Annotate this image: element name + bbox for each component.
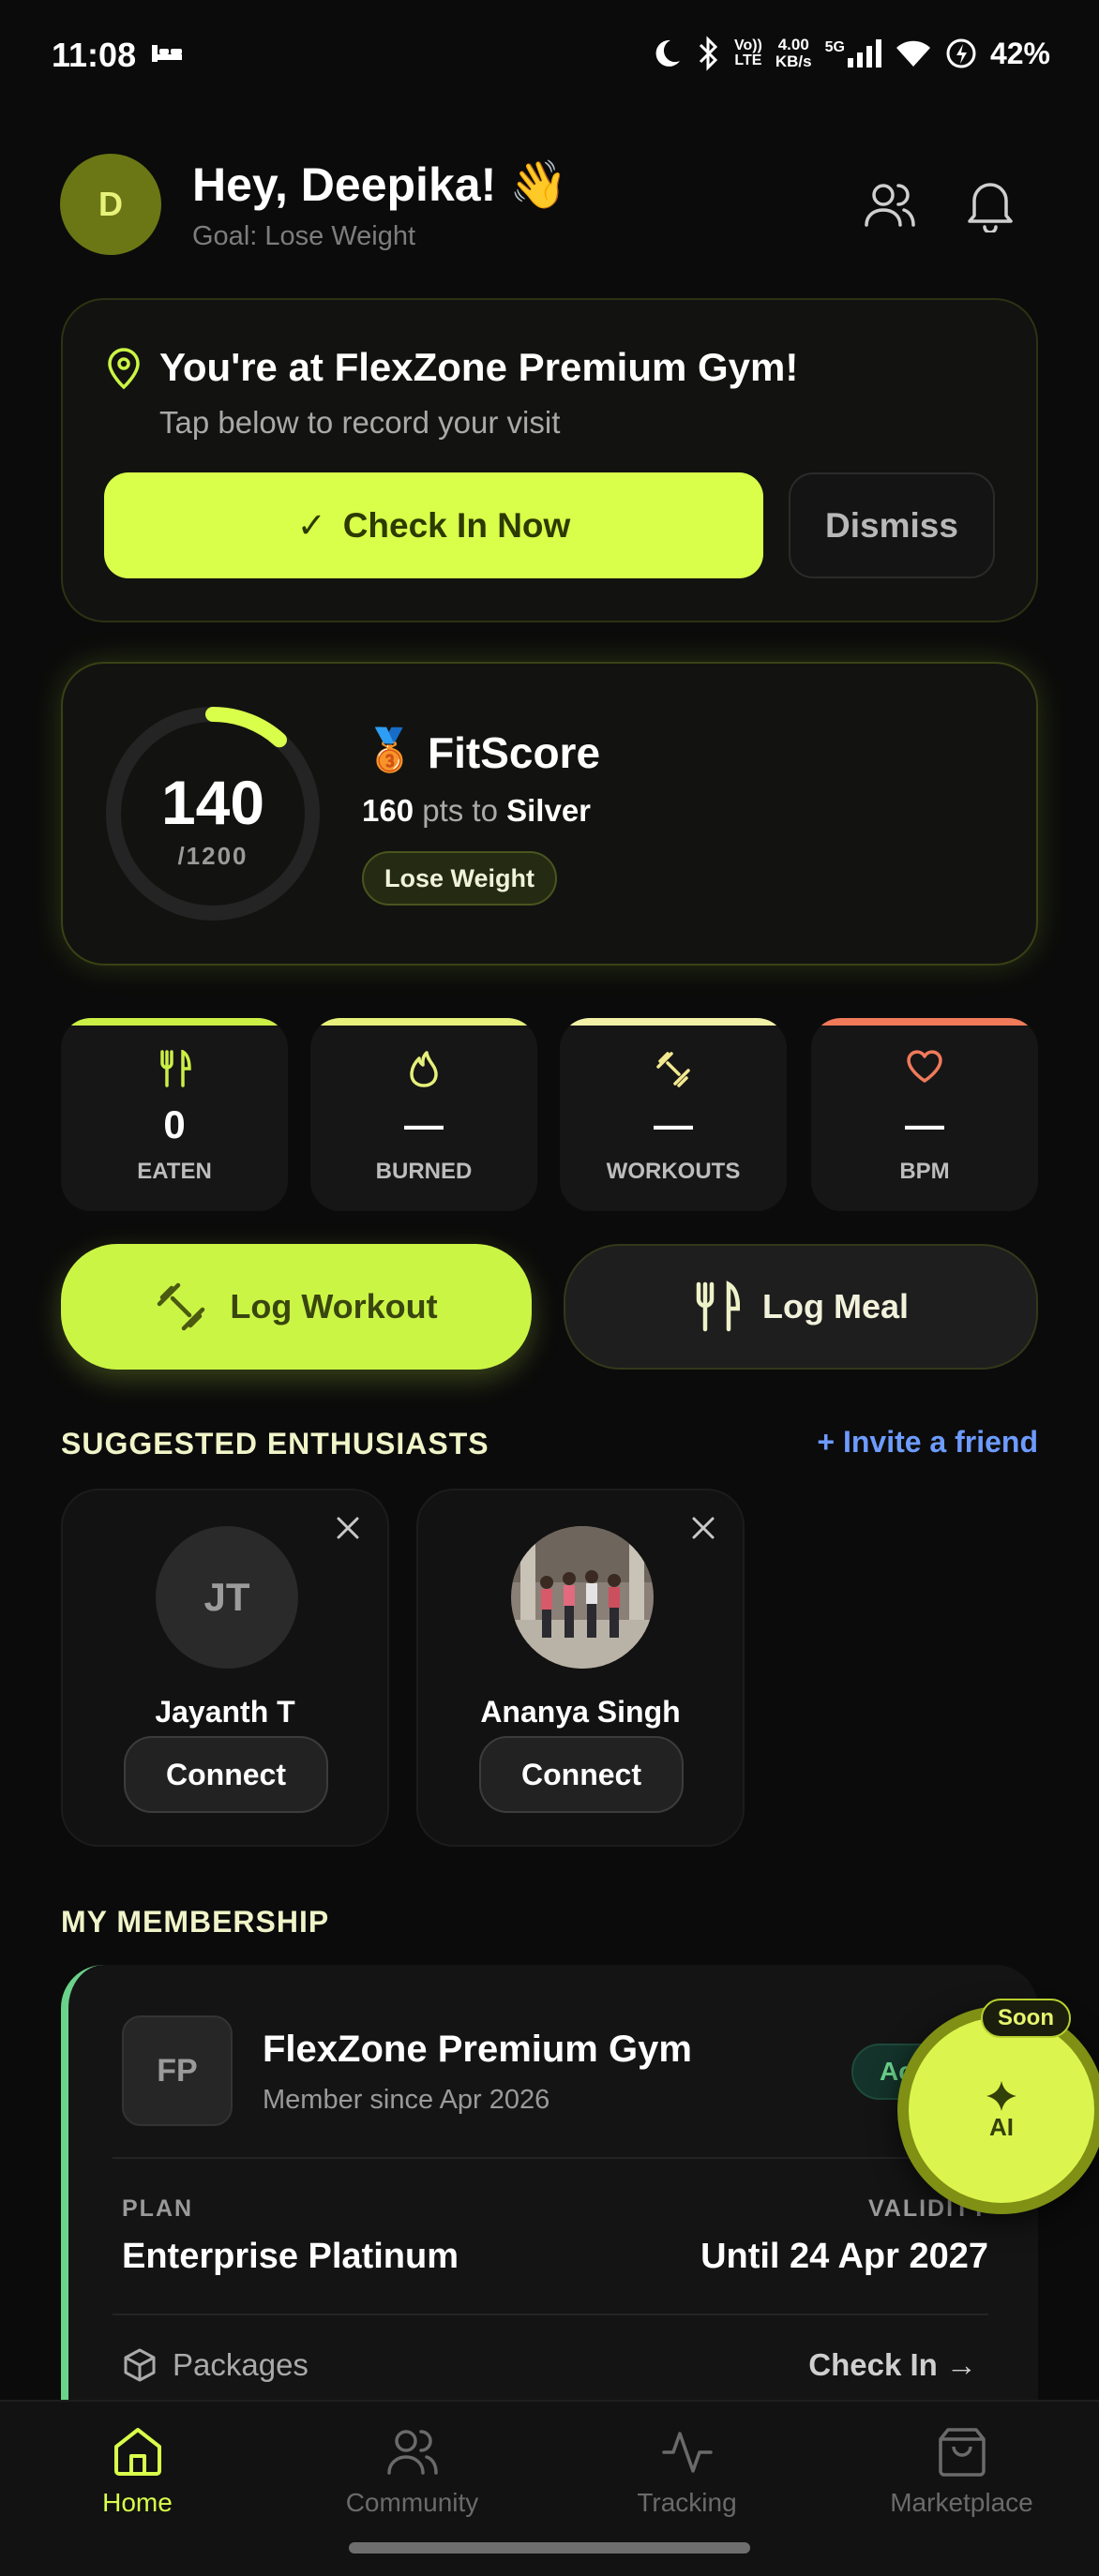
- home-indicator[interactable]: [349, 2542, 750, 2554]
- log-workout-button[interactable]: Log Workout: [61, 1244, 532, 1370]
- nav-label: Home: [102, 2488, 173, 2517]
- stat-value: 0: [163, 1102, 186, 1146]
- fitscore-value: 140: [160, 768, 265, 837]
- validity-value: Until 24 Apr 2027: [700, 2237, 988, 2276]
- heart-icon: [811, 1050, 1038, 1084]
- stat-value: —: [905, 1102, 944, 1146]
- soon-badge: Soon: [981, 1999, 1071, 2038]
- network-type: 5G: [825, 39, 881, 67]
- nav-tracking[interactable]: Tracking: [550, 2424, 824, 2518]
- stat-tile-bpm[interactable]: — BPM: [811, 1018, 1038, 1211]
- community-icon: [386, 2430, 438, 2475]
- bell-icon[interactable]: [960, 174, 1020, 234]
- net-speed: 4.00 KB/s: [775, 36, 812, 70]
- stat-label: EATEN: [137, 1159, 212, 1184]
- packages-label: Packages: [173, 2347, 309, 2382]
- fitscore-max: /1200: [177, 842, 248, 870]
- flame-icon: [310, 1050, 537, 1087]
- member-since: Member since Apr 2026: [263, 2085, 550, 2115]
- battery-percent: 42%: [989, 36, 1050, 70]
- nav-community[interactable]: Community: [275, 2424, 550, 2518]
- person-avatar: JT: [156, 1526, 298, 1669]
- log-meal-button[interactable]: Log Meal: [564, 1244, 1038, 1370]
- checkin-title: You're at FlexZone Premium Gym!: [159, 345, 799, 389]
- check-in-label: Check In Now: [342, 505, 571, 545]
- nav-label: Community: [345, 2488, 479, 2517]
- person-name: Jayanth T: [155, 1695, 295, 1729]
- nav-label: Tracking: [637, 2488, 737, 2517]
- nav-label: Marketplace: [890, 2488, 1033, 2517]
- stat-tile-workouts[interactable]: — WORKOUTS: [560, 1018, 787, 1211]
- dismiss-button[interactable]: Dismiss: [789, 472, 995, 578]
- membership-title: MY MEMBERSHIP: [61, 1905, 330, 1939]
- bluetooth-icon: [699, 36, 718, 71]
- location-pin-icon: [105, 347, 143, 395]
- check-in-button[interactable]: ✓ Check In Now: [104, 472, 763, 578]
- avatar[interactable]: D: [60, 154, 161, 255]
- stat-tile-burned[interactable]: — BURNED: [310, 1018, 537, 1211]
- packages-link[interactable]: Packages: [122, 2347, 309, 2383]
- dumbbell-icon: [158, 1282, 205, 1331]
- moon-icon: [655, 39, 680, 67]
- fork-knife-icon: [696, 1281, 740, 1332]
- sleep-icon: [150, 41, 184, 70]
- divider: [113, 2157, 988, 2159]
- fitscore-title: FitScore: [428, 728, 601, 777]
- stat-label: WORKOUTS: [606, 1159, 741, 1184]
- checkin-subtitle: Tap below to record your visit: [159, 405, 561, 440]
- plan-label: PLAN: [122, 2195, 194, 2222]
- suggested-title: SUGGESTED ENTHUSIASTS: [61, 1427, 489, 1460]
- person-name: Ananya Singh: [480, 1695, 681, 1729]
- close-icon[interactable]: [685, 1509, 722, 1547]
- package-icon: [124, 2348, 156, 2382]
- person-photo: [511, 1526, 654, 1669]
- stat-tile-eaten[interactable]: 0 EATEN: [61, 1018, 288, 1211]
- person-card[interactable]: JT Jayanth T Connect: [61, 1489, 389, 1847]
- connect-button[interactable]: Connect: [479, 1736, 684, 1813]
- sparkle-icon: [986, 2080, 1016, 2111]
- home-icon: [113, 2428, 161, 2476]
- connect-button[interactable]: Connect: [124, 1736, 328, 1813]
- battery-charging-icon: [946, 38, 976, 68]
- divider: [113, 2314, 988, 2315]
- stat-value: —: [404, 1102, 444, 1146]
- status-time: 11:08: [52, 36, 137, 74]
- membership-check-in-link[interactable]: Check In →: [808, 2347, 977, 2383]
- ai-label: AI: [989, 2112, 1014, 2141]
- wifi-icon: [896, 40, 930, 67]
- nav-marketplace[interactable]: Marketplace: [824, 2424, 1099, 2518]
- status-icons: Vo)) LTE 4.00 KB/s 5G 42%: [650, 36, 1050, 71]
- activity-icon: [661, 2432, 713, 2473]
- goal-badge: Lose Weight: [362, 851, 558, 906]
- friends-icon[interactable]: [859, 174, 919, 234]
- fitscore-points-to-next: 160 pts to Silver: [362, 793, 592, 828]
- nav-home[interactable]: Home: [0, 2424, 275, 2518]
- close-icon[interactable]: [329, 1509, 367, 1547]
- fork-knife-icon: [61, 1050, 288, 1087]
- invite-friend-link[interactable]: + Invite a friend: [817, 1425, 1038, 1460]
- signal-icon: [847, 39, 881, 67]
- log-meal-label: Log Meal: [761, 1287, 909, 1325]
- person-card[interactable]: Ananya Singh Connect: [416, 1489, 745, 1847]
- plan-value: Enterprise Platinum: [122, 2237, 459, 2276]
- dumbbell-icon: [560, 1050, 787, 1087]
- volte-icon: Vo)) LTE: [733, 37, 762, 68]
- stat-label: BURNED: [375, 1159, 473, 1184]
- stat-label: BPM: [899, 1159, 950, 1184]
- shopping-bag-icon: [938, 2428, 986, 2477]
- goal-text: Goal: Lose Weight: [192, 221, 416, 251]
- check-icon: ✓: [296, 506, 326, 545]
- stat-value: —: [654, 1102, 693, 1146]
- log-workout-label: Log Workout: [230, 1287, 438, 1325]
- greeting: Hey, Deepika! 👋: [192, 158, 568, 211]
- gym-logo: FP: [122, 2015, 233, 2126]
- gym-name: FlexZone Premium Gym: [263, 2029, 692, 2070]
- bronze-medal-icon: 🥉: [364, 727, 415, 773]
